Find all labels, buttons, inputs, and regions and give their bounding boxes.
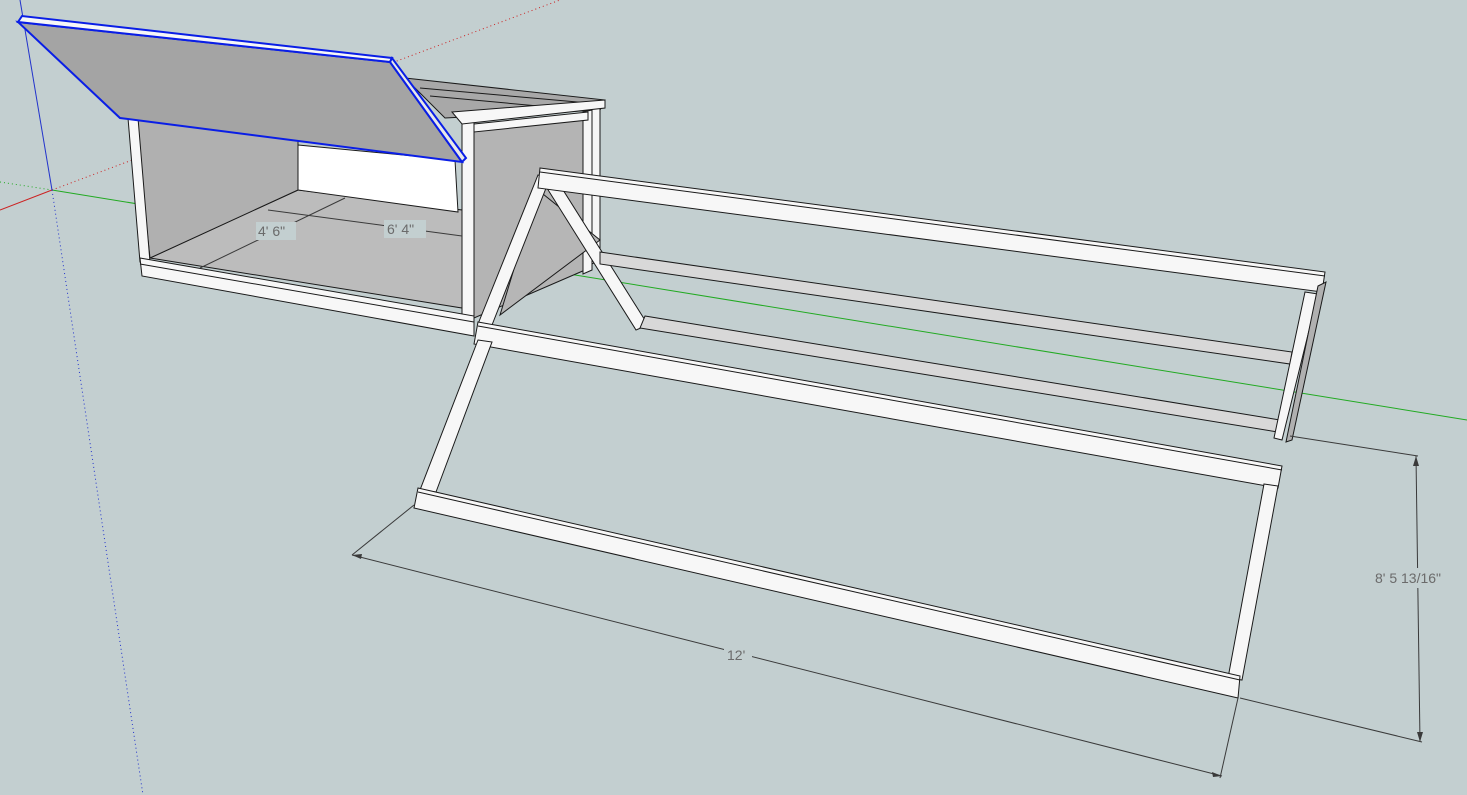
run-front-leg: [1227, 483, 1279, 681]
model-canvas[interactable]: 4' 6" 6' 4" 12' 8' 5 13/16": [0, 0, 1467, 795]
dimension-label-coop-width: 6' 4": [387, 221, 414, 237]
sketchup-viewport[interactable]: 4' 6" 6' 4" 12' 8' 5 13/16": [0, 0, 1467, 795]
dimension-run-length[interactable]: 12': [351, 504, 1239, 779]
beam-edge: [477, 325, 1283, 471]
green-axis-negative: [0, 181, 53, 191]
coop-corner-post: [461, 117, 475, 319]
dimension-label-run-height: 8' 5 13/16": [1375, 570, 1441, 586]
blue-axis-negative: [51, 189, 144, 795]
extension-line: [1289, 435, 1419, 457]
arrow-head: [352, 554, 362, 559]
arrow-head: [1413, 456, 1419, 466]
dimension-label-run-length: 12': [727, 647, 745, 663]
extension-line: [1219, 697, 1239, 779]
beam-edge: [417, 491, 1241, 681]
extension-line: [351, 504, 415, 556]
run-ridge-beam: [537, 167, 1326, 293]
extension-line: [1239, 697, 1423, 743]
dimension-label-coop-depth: 4' 6": [258, 223, 285, 239]
dimension-line: [1415, 455, 1421, 743]
run-frame[interactable]: [413, 167, 1327, 699]
run-front-leg: [419, 339, 493, 493]
red-axis: [0, 189, 53, 211]
